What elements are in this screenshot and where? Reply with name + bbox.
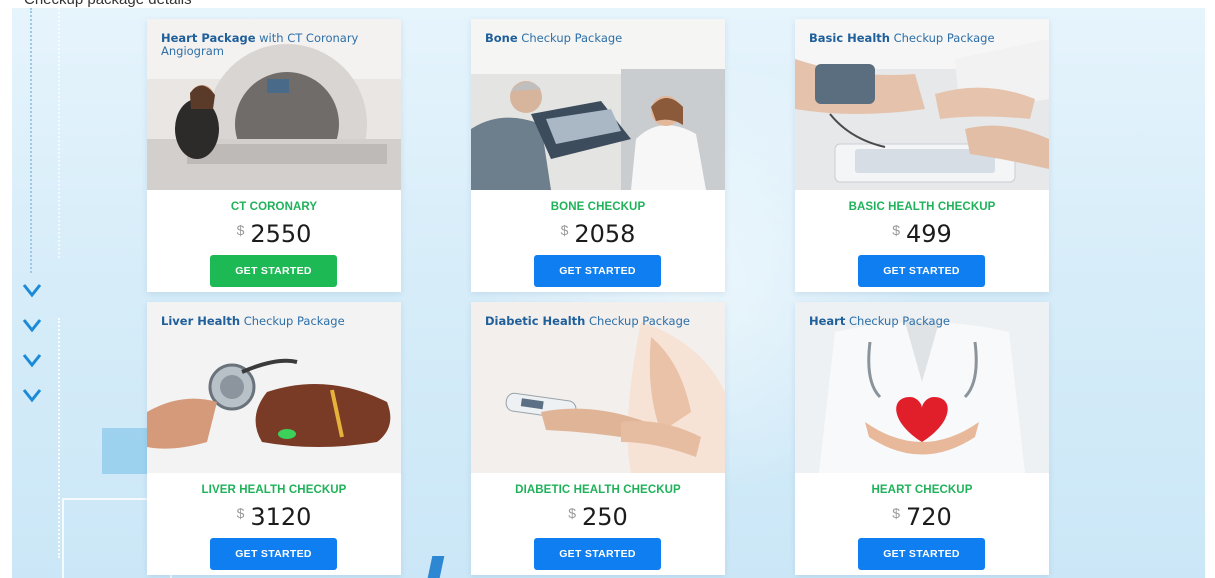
- price-amount: 250: [581, 503, 628, 531]
- price: $499: [795, 220, 1049, 248]
- price: $2058: [471, 220, 725, 248]
- package-banner: Heart Package with CT Coronary Angiogram: [147, 19, 401, 190]
- price-amount: 499: [905, 220, 952, 248]
- get-started-button[interactable]: GET STARTED: [858, 538, 985, 570]
- price-amount: 720: [905, 503, 952, 531]
- package-banner: Diabetic Health Checkup Package: [471, 302, 725, 473]
- package-banner: Heart Checkup Package: [795, 302, 1049, 473]
- price-amount: 2058: [574, 220, 636, 248]
- scroll-chevrons: [22, 280, 48, 420]
- get-started-button[interactable]: GET STARTED: [534, 538, 661, 570]
- package-name: BASIC HEALTH CHECKUP: [848, 201, 996, 213]
- price: $3120: [147, 503, 401, 531]
- price-amount: 2550: [250, 220, 312, 248]
- package-name: CT CORONARY: [230, 201, 318, 213]
- currency-symbol: $: [236, 505, 245, 521]
- get-started-button[interactable]: GET STARTED: [858, 255, 985, 287]
- package-banner: Liver Health Checkup Package: [147, 302, 401, 473]
- banner-title: Basic Health Checkup Package: [809, 31, 995, 45]
- price: $250: [471, 503, 725, 531]
- package-card: Liver Health Checkup Package LIVER HEALT…: [147, 302, 401, 575]
- dotted-divider: [30, 8, 32, 273]
- package-name: LIVER HEALTH CHECKUP: [201, 484, 347, 496]
- package-name: DIABETIC HEALTH CHECKUP: [515, 484, 681, 496]
- chevron-down-icon: [22, 354, 42, 368]
- currency-symbol: $: [560, 222, 569, 238]
- banner-title: Liver Health Checkup Package: [161, 314, 345, 328]
- package-card: Heart Package with CT Coronary Angiogram…: [147, 19, 401, 292]
- package-name: HEART CHECKUP: [871, 484, 973, 496]
- decor-letter: [427, 556, 445, 578]
- banner-title: Bone Checkup Package: [485, 31, 623, 45]
- chevron-down-icon: [22, 389, 42, 403]
- dotted-divider: [58, 318, 60, 558]
- currency-symbol: $: [892, 222, 900, 238]
- currency-symbol: $: [236, 222, 245, 238]
- price: $2550: [147, 220, 401, 248]
- chevron-down-icon: [22, 284, 42, 298]
- package-banner: Basic Health Checkup Package: [795, 19, 1049, 190]
- package-name: BONE CHECKUP: [550, 201, 646, 213]
- package-card: Basic Health Checkup Package BASIC HEALT…: [795, 19, 1049, 292]
- banner-title: Heart Checkup Package: [809, 314, 950, 328]
- package-banner: Bone Checkup Package: [471, 19, 725, 190]
- get-started-button[interactable]: GET STARTED: [210, 255, 337, 287]
- get-started-button[interactable]: GET STARTED: [210, 538, 337, 570]
- package-card: Diabetic Health Checkup Package DIABETIC…: [471, 302, 725, 575]
- dotted-divider: [58, 8, 60, 258]
- currency-symbol: $: [892, 505, 900, 521]
- banner-title: Diabetic Health Checkup Package: [485, 314, 690, 328]
- currency-symbol: $: [568, 505, 576, 521]
- price: $720: [795, 503, 1049, 531]
- page-heading: Checkup package details: [24, 0, 192, 8]
- package-card: Heart Checkup Package HEART CHECKUP $720…: [795, 302, 1049, 575]
- top-strip: Checkup package details: [0, 0, 1215, 8]
- price-amount: 3120: [250, 503, 312, 531]
- package-card: Bone Checkup Package BONE CHECKUP $2058 …: [471, 19, 725, 292]
- banner-title: Heart Package with CT Coronary Angiogram: [161, 31, 359, 58]
- chevron-down-icon: [22, 319, 42, 333]
- get-started-button[interactable]: GET STARTED: [534, 255, 661, 287]
